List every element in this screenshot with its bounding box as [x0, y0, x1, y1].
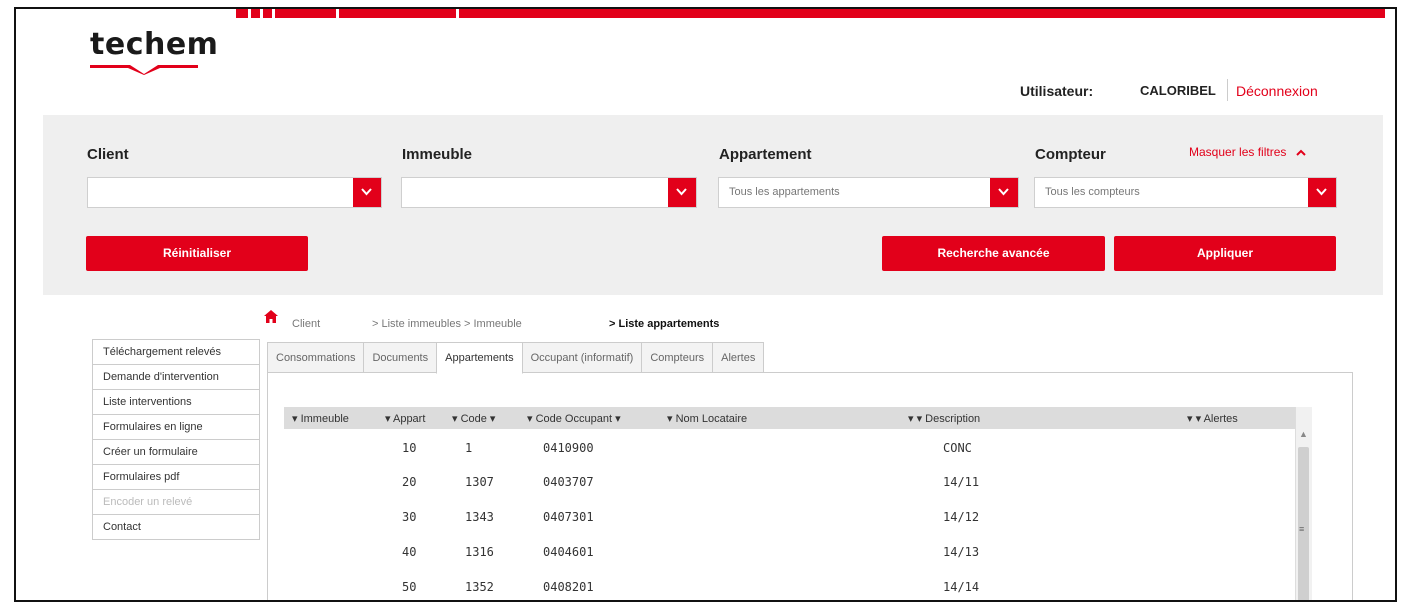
compteur-select-value: Tous les compteurs [1045, 186, 1140, 198]
advanced-search-button[interactable]: Recherche avancée [882, 236, 1105, 271]
tab-appartements[interactable]: Appartements [436, 342, 523, 374]
cell-appart: 20 [402, 475, 417, 489]
tab-bar: Consommations Documents Appartements Occ… [267, 342, 765, 374]
col-label: Immeuble [300, 413, 349, 425]
reset-button[interactable]: Réinitialiser [86, 236, 308, 271]
side-menu-item[interactable]: Contact [93, 515, 259, 540]
col-label: Code Occupant [535, 413, 613, 425]
compteur-select[interactable]: Tous les compteurs [1034, 177, 1337, 208]
table-row[interactable]: 20 1307 0403707 14/11 [284, 465, 1284, 499]
scrollbar-grip-icon: ≡ [1299, 524, 1305, 534]
cell-description: 14/11 [943, 475, 980, 489]
col-label: Description [925, 413, 981, 425]
cell-appart: 30 [402, 510, 417, 524]
filter-panel: Client Immeuble Appartement Compteur Mas… [43, 115, 1383, 295]
side-menu-item-disabled: Encoder un relevé [93, 490, 259, 515]
user-name: CALORIBEL [1140, 83, 1216, 98]
chevron-up-icon [1296, 149, 1306, 156]
col-appart-header[interactable]: ▾ Appart [385, 412, 425, 425]
breadcrumb-client[interactable]: Client [292, 318, 320, 330]
cell-description: CONC [943, 441, 972, 455]
client-select[interactable] [87, 177, 382, 208]
col-alertes-header[interactable]: ▾ ▾ Alertes [1187, 412, 1238, 425]
col-code-occupant-header[interactable]: ▾ Code Occupant ▾ [527, 412, 621, 425]
appartement-select-value: Tous les appartements [729, 186, 840, 198]
chevron-down-icon[interactable] [668, 178, 696, 207]
logo-swoosh-icon [90, 65, 198, 75]
cell-description: 14/12 [943, 510, 980, 524]
breadcrumb-immeubles[interactable]: > Liste immeubles > Immeuble [372, 318, 522, 330]
tab-compteurs[interactable]: Compteurs [641, 342, 714, 374]
cell-appart: 50 [402, 580, 417, 594]
client-filter-label: Client [87, 146, 129, 163]
side-menu-item[interactable]: Liste interventions [93, 390, 259, 415]
side-menu-item[interactable]: Téléchargement relevés [93, 340, 259, 365]
apartments-grid: ▾ Immeuble ▾ Appart ▾ Code ▾ ▾ Code Occu… [284, 407, 1312, 600]
col-nom-locataire-header[interactable]: ▾ Nom Locataire [667, 412, 747, 425]
chevron-down-icon[interactable] [1308, 178, 1336, 207]
table-row[interactable]: 30 1343 0407301 14/12 [284, 500, 1284, 534]
app-window: techem Utilisateur: CALORIBEL Déconnexio… [14, 7, 1397, 602]
tab-consommations[interactable]: Consommations [267, 342, 365, 374]
cell-appart: 40 [402, 545, 417, 559]
chevron-down-icon[interactable] [990, 178, 1018, 207]
techem-logo[interactable]: techem [90, 27, 218, 62]
col-description-header[interactable]: ▾ ▾ Description [908, 412, 980, 425]
side-menu-item[interactable]: Demande d'intervention [93, 365, 259, 390]
cell-code: 1316 [465, 545, 494, 559]
cell-description: 14/14 [943, 580, 980, 594]
cell-description: 14/13 [943, 545, 980, 559]
cell-occupant: 0407301 [543, 510, 594, 524]
scroll-up-icon[interactable]: ▲ [1299, 429, 1308, 439]
grid-scrollbar[interactable]: ▲ ≡ [1295, 407, 1312, 600]
immeuble-select[interactable] [401, 177, 697, 208]
side-menu-item[interactable]: Formulaires pdf [93, 465, 259, 490]
cell-code: 1307 [465, 475, 494, 489]
home-icon[interactable] [264, 310, 278, 323]
col-label: Nom Locataire [675, 413, 748, 425]
side-menu-item[interactable]: Créer un formulaire [93, 440, 259, 465]
cell-appart: 10 [402, 441, 417, 455]
cell-occupant: 0403707 [543, 475, 594, 489]
user-label: Utilisateur: [1020, 83, 1094, 99]
hide-filters-link[interactable]: Masquer les filtres [1189, 145, 1306, 159]
cell-code: 1 [465, 441, 473, 455]
logout-link[interactable]: Déconnexion [1236, 83, 1318, 99]
side-menu: Téléchargement relevés Demande d'interve… [92, 339, 260, 540]
grid-header: ▾ Immeuble ▾ Appart ▾ Code ▾ ▾ Code Occu… [284, 407, 1295, 429]
immeuble-filter-label: Immeuble [402, 146, 473, 163]
compteur-filter-label: Compteur [1035, 146, 1106, 163]
col-label: Code [460, 413, 487, 425]
col-label: Alertes [1203, 413, 1238, 425]
col-label: Appart [392, 413, 426, 425]
cell-occupant: 0410900 [543, 441, 594, 455]
cell-occupant: 0404601 [543, 545, 594, 559]
cell-code: 1343 [465, 510, 494, 524]
side-menu-item[interactable]: Formulaires en ligne [93, 415, 259, 440]
cell-occupant: 0408201 [543, 580, 594, 594]
table-row[interactable]: 10 1 0410900 CONC [284, 431, 1284, 465]
cell-code: 1352 [465, 580, 494, 594]
tab-documents[interactable]: Documents [363, 342, 438, 374]
table-row[interactable]: 40 1316 0404601 14/13 [284, 535, 1284, 569]
top-accent-bar [236, 9, 1385, 18]
user-separator [1227, 79, 1228, 101]
appartement-select[interactable]: Tous les appartements [718, 177, 1019, 208]
chevron-down-icon[interactable] [353, 178, 381, 207]
apply-button[interactable]: Appliquer [1114, 236, 1336, 271]
breadcrumb-current: > Liste appartements [609, 318, 720, 330]
col-immeuble-header[interactable]: ▾ Immeuble [292, 412, 349, 425]
hide-filters-label: Masquer les filtres [1189, 145, 1287, 159]
col-code-header[interactable]: ▾ Code ▾ [452, 412, 495, 425]
appartement-filter-label: Appartement [719, 146, 812, 163]
table-row[interactable]: 50 1352 0408201 14/14 [284, 570, 1284, 600]
tab-occupant[interactable]: Occupant (informatif) [521, 342, 643, 374]
tab-alertes[interactable]: Alertes [712, 342, 765, 374]
